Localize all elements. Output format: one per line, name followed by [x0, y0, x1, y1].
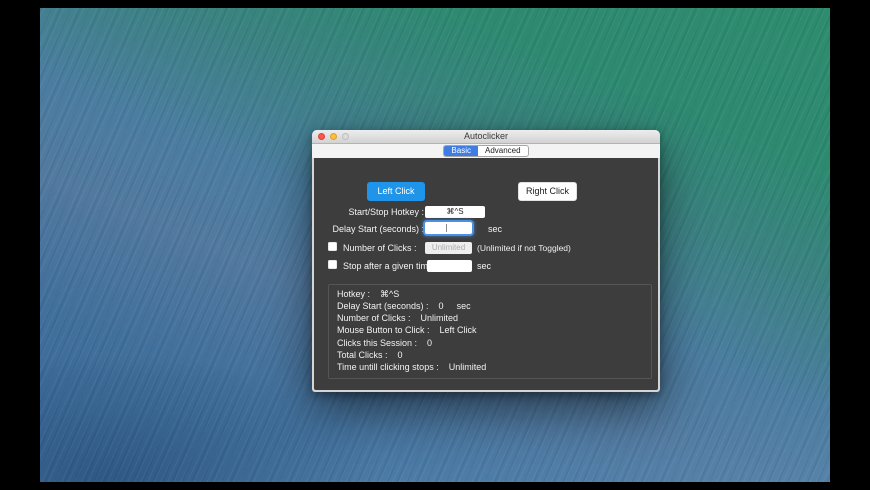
delay-unit-label: sec — [488, 224, 503, 234]
status-clicks-label: Number of Clicks : — [337, 313, 411, 324]
status-panel: Hotkey : ⌘^S Delay Start (seconds) : 0 s… — [328, 284, 652, 379]
status-delay-unit: sec — [456, 301, 471, 312]
tab-segmented-control: Basic Advanced — [443, 145, 529, 157]
status-total-clicks: Total Clicks : 0 — [337, 349, 643, 360]
delay-start-label: Delay Start (seconds) : — [332, 224, 424, 234]
minimize-button-icon[interactable] — [330, 133, 337, 140]
tab-basic[interactable]: Basic — [444, 146, 478, 156]
number-of-clicks-input[interactable]: Unlimited — [425, 242, 472, 254]
right-click-button[interactable]: Right Click — [518, 182, 577, 201]
status-mouse-button: Mouse Button to Click : Left Click — [337, 326, 643, 335]
left-click-button[interactable]: Left Click — [367, 182, 425, 201]
status-hotkey: Hotkey : ⌘^S — [337, 290, 643, 299]
hotkey-label: Start/Stop Hotkey : — [348, 207, 424, 217]
status-mouse-button-value: Left Click — [439, 325, 477, 336]
status-hotkey-label: Hotkey : — [337, 289, 371, 299]
status-session-clicks: Clicks this Session : 0 — [337, 337, 643, 348]
basic-tab-panel: Left Click Right Click Start/Stop Hotkey… — [314, 158, 658, 390]
window-title: Autoclicker — [463, 131, 508, 141]
status-delay-label: Delay Start (seconds) : — [337, 301, 429, 312]
title-bar[interactable]: Autoclicker — [312, 130, 660, 144]
close-button-icon[interactable] — [318, 133, 325, 140]
text-caret — [446, 224, 448, 232]
desktop: Autoclicker Basic Advanced Left Click Ri… — [0, 0, 870, 490]
stop-unit-label: sec — [477, 261, 492, 271]
status-hotkey-value: ⌘^S — [380, 289, 400, 299]
delay-start-input[interactable] — [425, 222, 472, 234]
status-time-stop-label: Time untill clicking stops : — [337, 361, 439, 372]
status-delay: Delay Start (seconds) : 0 sec — [337, 302, 643, 311]
status-session-clicks-label: Clicks this Session : — [337, 337, 418, 348]
status-total-clicks-value: 0 — [397, 349, 403, 360]
tab-advanced[interactable]: Advanced — [478, 146, 528, 156]
stop-after-time-checkbox[interactable] — [328, 260, 337, 269]
number-of-clicks-checkbox[interactable] — [328, 242, 337, 251]
status-mouse-button-label: Mouse Button to Click : — [337, 325, 430, 336]
number-of-clicks-label: Number of Clicks : — [343, 243, 417, 253]
status-delay-value: 0 — [438, 301, 444, 312]
status-clicks: Number of Clicks : Unlimited — [337, 314, 643, 323]
stop-after-time-label: Stop after a given time : — [343, 261, 439, 271]
status-session-clicks-value: 0 — [427, 337, 433, 348]
unlimited-hint-label: (Unlimited if not Toggled) — [477, 243, 571, 253]
status-time-stop: Time untill clicking stops : Unlimited — [337, 361, 643, 372]
status-clicks-value: Unlimited — [420, 313, 459, 324]
autoclicker-window: Autoclicker Basic Advanced Left Click Ri… — [312, 130, 660, 392]
hotkey-input[interactable]: ⌘^S — [425, 206, 485, 218]
tab-strip: Basic Advanced — [312, 144, 660, 158]
status-total-clicks-label: Total Clicks : — [337, 349, 388, 360]
stop-after-time-input[interactable] — [427, 260, 472, 272]
status-time-stop-value: Unlimited — [448, 361, 487, 372]
zoom-button-icon — [342, 133, 349, 140]
